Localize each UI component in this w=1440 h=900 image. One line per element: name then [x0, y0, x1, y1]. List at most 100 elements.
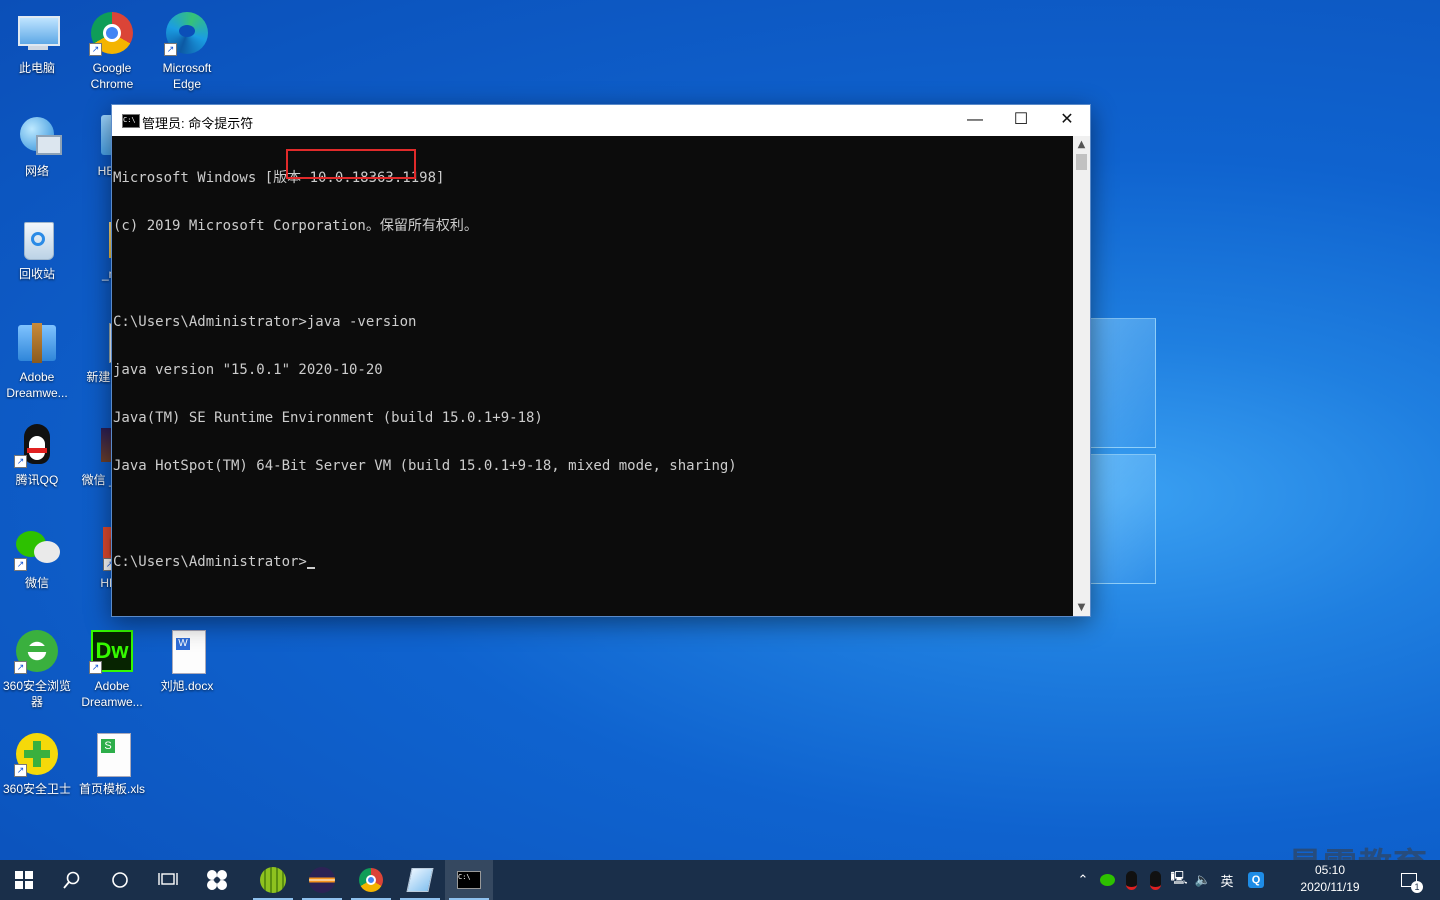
- minimize-button[interactable]: —: [952, 105, 998, 136]
- wechat-icon: ↗: [14, 525, 60, 571]
- q-app-icon: Q: [1248, 872, 1264, 888]
- console-line: java version "15.0.1" 2020-10-20: [113, 362, 383, 378]
- desktop-icon-wechat[interactable]: ↗ 微信: [0, 519, 74, 591]
- console-line: (c) 2019 Microsoft Corporation。保留所有权利。: [113, 218, 478, 234]
- shortcut-arrow-icon: ↗: [14, 455, 27, 468]
- console-line: Microsoft Windows [版本 10.0.18363.1198]: [113, 170, 445, 186]
- desktop-icon-network[interactable]: 网络: [0, 107, 74, 179]
- text-cursor: [306, 567, 315, 569]
- cmd-icon: C:\: [457, 871, 481, 889]
- wechat-icon: [1099, 874, 1115, 886]
- chrome-icon: ↗: [89, 10, 135, 56]
- 360-browser-icon: ↗: [14, 628, 60, 674]
- search-button[interactable]: [48, 860, 96, 900]
- task-view-button[interactable]: [144, 860, 192, 900]
- cmd-window[interactable]: C:\ 管理员: 命令提示符 — ☐ ✕ Microsoft Windows […: [111, 104, 1091, 617]
- icon-label: Google Chrome: [90, 61, 134, 91]
- icon-label: 网络: [24, 164, 49, 178]
- shortcut-arrow-icon: ↗: [89, 43, 102, 56]
- recycle-bin-icon: [14, 216, 60, 262]
- console-output[interactable]: Microsoft Windows [版本 10.0.18363.1198] (…: [112, 136, 1073, 616]
- tray-input-method[interactable]: 英: [1216, 860, 1238, 900]
- close-button[interactable]: ✕: [1044, 105, 1090, 136]
- network-icon: 🖳: [1170, 870, 1188, 885]
- shortcut-arrow-icon: ↗: [164, 43, 177, 56]
- maximize-button[interactable]: ☐: [998, 105, 1044, 136]
- shortcut-arrow-icon: ↗: [14, 661, 27, 674]
- network-icon: [14, 113, 62, 159]
- taskbar-app-command-prompt[interactable]: C:\: [445, 860, 493, 900]
- notification-icon: 1: [1401, 873, 1423, 893]
- shortcut-arrow-icon: ↗: [89, 661, 102, 674]
- tray-network[interactable]: 🖳: [1168, 860, 1190, 900]
- clock-date: 2020/11/19: [1300, 880, 1360, 894]
- taskbar-app-pinwheel[interactable]: [193, 860, 241, 900]
- word-document-icon: W: [164, 628, 210, 674]
- pinwheel-icon: [207, 870, 227, 890]
- edge-icon: ↗: [164, 10, 210, 56]
- scroll-down-arrow-icon[interactable]: ▼: [1073, 599, 1090, 616]
- icon-label: Adobe Dreamwe...: [6, 370, 68, 400]
- desktop-icon-360-browser[interactable]: ↗ 360安全浏览 器: [0, 622, 74, 710]
- icon-label: Adobe Dreamwe...: [81, 679, 143, 709]
- notepad-icon: [406, 868, 434, 892]
- spreadsheet-icon: S: [89, 731, 135, 777]
- desktop-icon-tencent-qq[interactable]: ↗ 腾讯QQ: [0, 416, 74, 488]
- vertical-scrollbar[interactable]: ▲ ▼: [1073, 136, 1090, 616]
- computer-icon: [14, 10, 60, 56]
- speaker-icon: 🔈: [1194, 872, 1212, 887]
- command-highlight-box: [286, 149, 416, 179]
- windows-start-icon: [15, 871, 33, 889]
- desktop-icon-liuxu-docx[interactable]: W 刘旭.docx: [150, 622, 224, 694]
- window-title: 管理员: 命令提示符: [142, 116, 254, 131]
- cmd-icon: C:\: [122, 114, 140, 128]
- console-prompt-line: C:\Users\Administrator>: [113, 554, 1072, 570]
- console-line: Java HotSpot(TM) 64-Bit Server VM (build…: [113, 458, 737, 474]
- cortana-circle-icon: [112, 872, 128, 888]
- search-icon: [63, 871, 80, 889]
- shortcut-arrow-icon: ↗: [14, 764, 27, 777]
- tray-qq-browser[interactable]: Q: [1244, 860, 1268, 900]
- clock-time: 05:10: [1314, 863, 1346, 877]
- taskbar-app-eclipse[interactable]: [298, 860, 346, 900]
- taskbar-app-notepad[interactable]: [396, 860, 444, 900]
- cortana-button[interactable]: [96, 860, 144, 900]
- icon-label: 刘旭.docx: [160, 679, 214, 693]
- action-center-button[interactable]: 1: [1396, 860, 1423, 900]
- desktop-icon-recycle-bin[interactable]: 回收站: [0, 210, 74, 282]
- desktop-icon-adobe-dreamweaver[interactable]: Dw ↗ Adobe Dreamwe...: [75, 622, 149, 710]
- desktop-icon-adobe-dreamweaver-installer[interactable]: Adobe Dreamwe...: [0, 313, 74, 401]
- console-line: Java(TM) SE Runtime Environment (build 1…: [113, 410, 543, 426]
- 360-security-icon: ↗: [14, 731, 60, 777]
- tray-volume[interactable]: 🔈: [1192, 860, 1214, 900]
- console-prompt: C:\Users\Administrator>: [113, 554, 307, 570]
- tray-qq-2[interactable]: [1144, 860, 1166, 900]
- icon-label: 回收站: [18, 267, 55, 281]
- shortcut-arrow-icon: ↗: [14, 558, 27, 571]
- desktop-icon-homepage-template-xls[interactable]: S 首页模板.xls: [75, 725, 149, 797]
- desktop-icon-google-chrome[interactable]: ↗ Google Chrome: [75, 4, 149, 92]
- eclipse-icon: [309, 867, 335, 893]
- chevron-up-icon: ⌃: [1077, 872, 1089, 887]
- start-button[interactable]: [0, 860, 48, 900]
- window-titlebar[interactable]: C:\ 管理员: 命令提示符 — ☐ ✕: [112, 105, 1090, 136]
- desktop-icon-this-pc[interactable]: 此电脑: [0, 4, 74, 76]
- desktop-icon-microsoft-edge[interactable]: ↗ Microsoft Edge: [150, 4, 224, 92]
- scrollbar-thumb[interactable]: [1076, 154, 1087, 170]
- notification-count: 1: [1411, 881, 1423, 893]
- tray-wechat[interactable]: [1096, 860, 1118, 900]
- tray-qq[interactable]: [1120, 860, 1142, 900]
- scroll-up-arrow-icon[interactable]: ▲: [1073, 136, 1090, 153]
- icon-label: 此电脑: [18, 61, 55, 75]
- taskbar-app-green-ball[interactable]: [249, 860, 297, 900]
- desktop-icon-360-security[interactable]: ↗ 360安全卫士: [0, 725, 74, 797]
- show-hidden-icons-button[interactable]: ⌃: [1072, 860, 1094, 900]
- icon-label: 360安全卫士: [2, 782, 72, 796]
- system-clock[interactable]: 05:10 2020/11/19: [1290, 862, 1370, 896]
- icon-label: Microsoft Edge: [162, 61, 212, 91]
- qq-penguin-icon: ↗: [14, 422, 60, 468]
- taskbar-app-chrome[interactable]: [347, 860, 395, 900]
- qq-penguin-icon: [1125, 870, 1137, 890]
